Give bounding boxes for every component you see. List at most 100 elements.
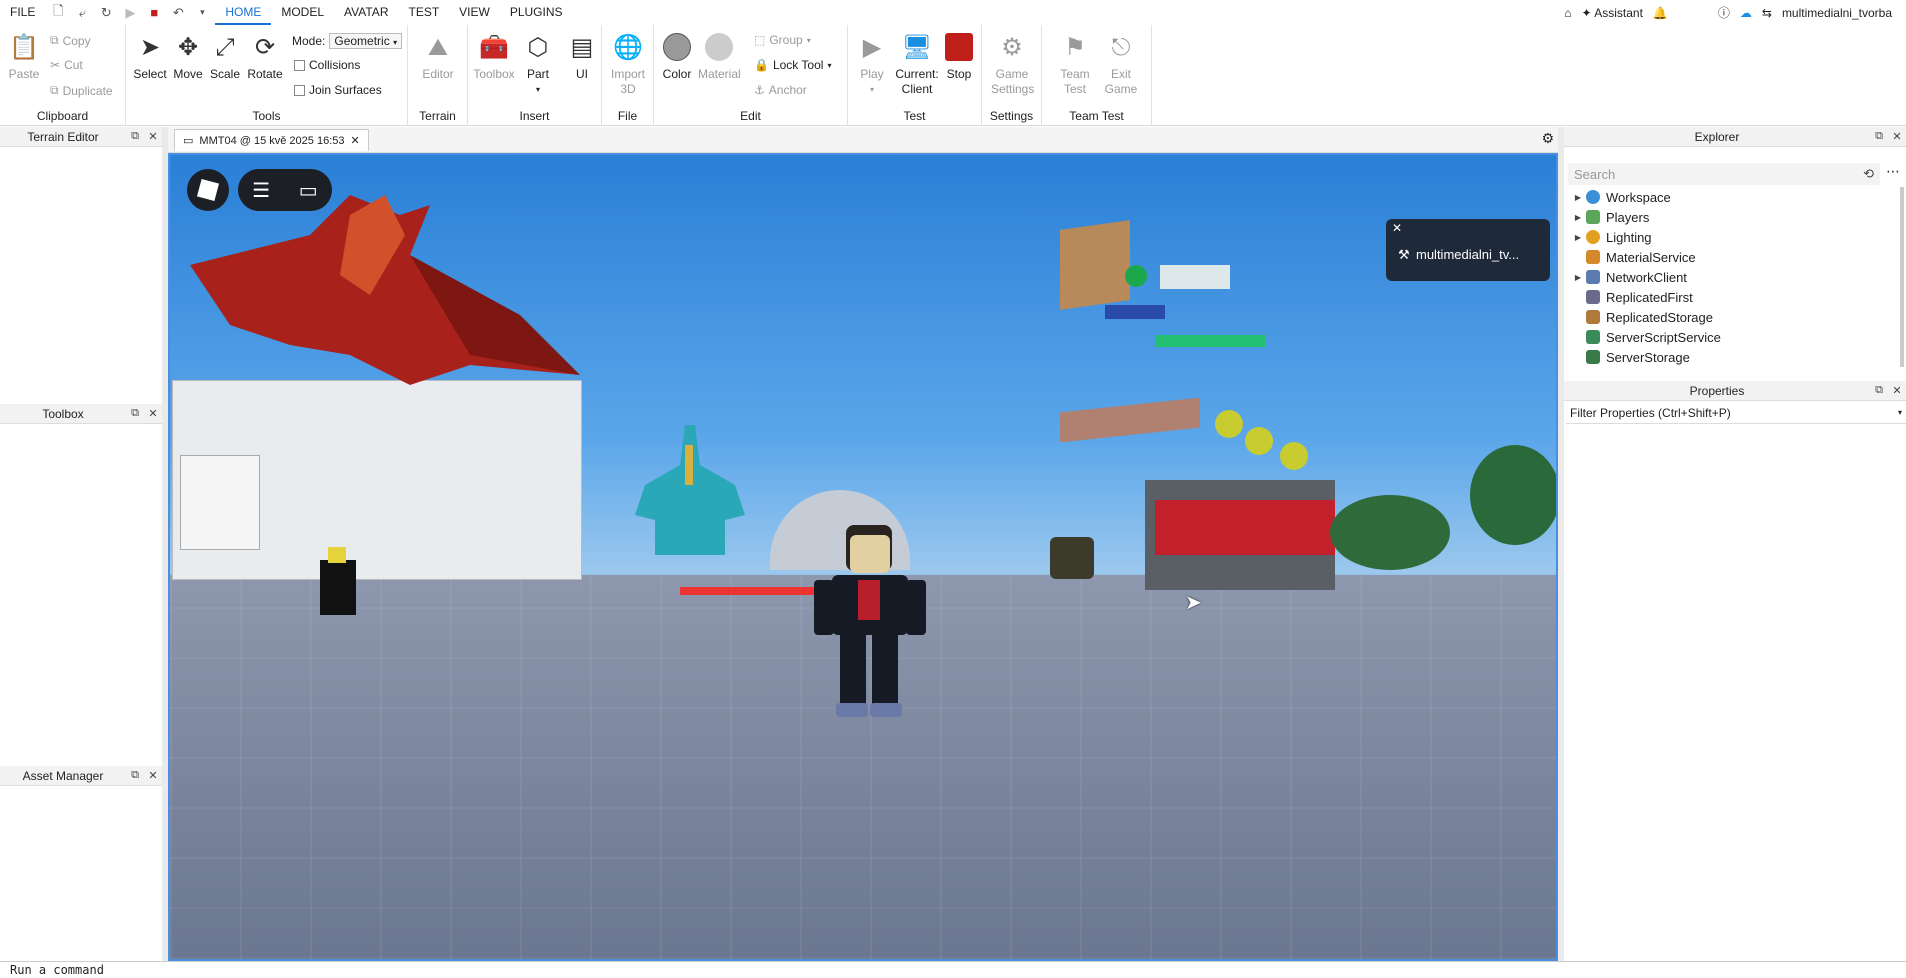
chat-icon[interactable]: ▭ [299,178,318,203]
collisions-toggle[interactable]: Collisions [294,58,360,72]
color-button[interactable]: Color [656,31,698,82]
close-icon[interactable]: ✕ [1888,384,1906,397]
collisions-checkbox[interactable] [294,59,305,71]
exit-icon: ⎋ [1111,33,1131,61]
exit-game-button[interactable]: ⎋ Exit Game [1100,31,1142,97]
undo-icon[interactable]: ↶ [169,5,187,21]
cut-button[interactable]: ✂ Cut [50,58,83,72]
file-menu[interactable]: FILE [0,0,45,25]
stop-button[interactable]: Stop [938,31,980,82]
move-button[interactable]: ✥ Move [167,31,209,82]
open-file-icon[interactable]: ⤶ [73,5,91,21]
team-label: Team [1060,67,1090,81]
team-test-button[interactable]: ⚑ Team Test [1054,31,1096,97]
duplicate-label: Duplicate [62,83,113,98]
terrain-editor-button[interactable]: ⛰ Editor [417,31,459,82]
command-bar[interactable]: Run a command [0,961,1906,977]
close-tab-icon[interactable]: ✕ [351,134,360,147]
cloud-icon[interactable]: ☁ [1740,6,1752,20]
notification-toast[interactable]: ✕ ⚒ multimedialni_tv... [1386,219,1550,281]
lock-tool-button[interactable]: 🔒 Lock Tool ▾ [754,58,831,72]
current-client-button[interactable]: 🖥 Current: Client [893,31,941,97]
tree-item-replicatedfirst[interactable]: ReplicatedFirst [1570,287,1693,307]
close-icon[interactable]: ✕ [1888,130,1906,143]
join-surfaces-checkbox[interactable] [294,84,305,96]
group-button[interactable]: ⬚ Group ▾ [754,33,811,47]
undock-icon[interactable]: ⧉ [1870,384,1888,397]
tree-item-players[interactable]: ▶ Players [1570,207,1649,227]
tab-home[interactable]: HOME [215,0,272,25]
stop-square-icon [943,31,975,63]
stop-icon[interactable]: ■ [145,5,163,20]
undock-icon[interactable]: ⧉ [1870,130,1888,143]
explorer-scrollbar[interactable] [1900,187,1904,367]
play-icon[interactable]: ▶ [121,5,139,21]
help-icon[interactable]: ⓘ [1718,4,1730,21]
new-file-icon[interactable]: 🗋 [49,2,67,24]
undock-icon[interactable]: ⧉ [126,407,144,420]
paste-button[interactable]: 📋 Paste [3,31,45,82]
scale-label: Scale [209,67,241,81]
close-icon[interactable]: ✕ [144,407,162,420]
mode-label: Mode: [292,34,326,48]
explorer-search-input[interactable]: Search ⟲ [1568,163,1880,185]
undock-icon[interactable]: ⧉ [126,769,144,782]
expand-arrow-icon[interactable]: ▶ [1570,273,1586,282]
right-splitter[interactable] [1558,127,1564,961]
stop-label: Stop [946,67,972,81]
undock-icon[interactable]: ⧉ [126,130,144,143]
notifications-icon[interactable]: 🔔 [1653,6,1668,20]
explorer-search-placeholder: Search [1574,166,1616,182]
ui-button[interactable]: ▤ UI [561,31,603,82]
toolbox-button[interactable]: 🧰 Toolbox [473,31,515,82]
assistant-button[interactable]: ✦ Assistant [1581,6,1642,20]
tree-item-networkclient[interactable]: ▶ NetworkClient [1570,267,1687,287]
more-options-icon[interactable]: ⋯ [1886,163,1900,180]
expand-arrow-icon[interactable]: ▶ [1570,233,1586,242]
tree-item-workspace[interactable]: ▶ Workspace [1570,187,1671,207]
history-icon[interactable]: ⟲ [1863,166,1874,182]
roblox-menu-button[interactable] [187,169,229,211]
tree-item-materialservice[interactable]: MaterialService [1570,247,1696,267]
redo-icon[interactable]: ↻ [97,5,115,21]
tab-model[interactable]: MODEL [271,0,334,25]
username[interactable]: multimedialni_tvorba [1782,6,1892,20]
select-button[interactable]: ➤ Select [129,31,171,82]
chevron-down-icon[interactable]: ▾ [1898,408,1902,417]
tree-item-lighting[interactable]: ▶ Lighting [1570,227,1652,247]
copy-button[interactable]: ⧉ Copy [50,33,91,48]
rotate-button[interactable]: ⟳ Rotate [244,31,286,82]
scale-button[interactable]: ⤢ Scale [204,31,246,82]
collapse-ribbon-icon[interactable]: ⌂ [1564,6,1571,20]
game-settings-button[interactable]: ⚙ Game Settings [991,31,1034,97]
close-icon[interactable]: ✕ [144,769,162,782]
close-toast-icon[interactable]: ✕ [1392,221,1402,235]
anchor-button[interactable]: ⚓ Anchor [754,83,807,97]
tree-item-serverscriptservice[interactable]: ServerScriptService [1570,327,1721,347]
tab-test[interactable]: TEST [398,0,449,25]
expand-arrow-icon[interactable]: ▶ [1570,193,1586,202]
customize-chevron-icon[interactable]: ▾ [193,7,211,18]
hamburger-menu-icon[interactable]: ☰ [252,178,270,203]
tab-plugins[interactable]: PLUGINS [500,0,573,25]
document-tab[interactable]: ▭ MMT04 @ 15 kvě 2025 16:53 ✕ [174,129,369,151]
settings-group-label: Settings [989,109,1034,123]
duplicate-button[interactable]: ⧉ Duplicate [50,83,113,98]
material-button[interactable]: Material [698,31,741,82]
mode-dropdown[interactable]: Geometric ▾ [329,33,403,49]
play-button[interactable]: ▶ Play ▾ [851,31,893,97]
share-icon[interactable]: ⇆ [1762,6,1772,20]
import-3d-button[interactable]: 🌐 Import 3D [607,31,649,97]
game-viewport[interactable]: ☰ ▭ ✕ ⚒ multimedialni_tv... ➤ [168,153,1558,961]
viewport-settings-icon[interactable]: ⚙ [1541,130,1554,147]
properties-filter-input[interactable]: Filter Properties (Ctrl+Shift+P) ▾ [1566,402,1906,424]
part-button[interactable]: ⬡ Part ▾ [517,31,559,97]
tab-avatar[interactable]: AVATAR [334,0,398,25]
tree-item-replicatedstorage[interactable]: ReplicatedStorage [1570,307,1713,327]
expand-arrow-icon[interactable]: ▶ [1570,213,1586,222]
anchor-label: Anchor [768,83,807,97]
close-icon[interactable]: ✕ [144,130,162,143]
join-surfaces-toggle[interactable]: Join Surfaces [294,83,382,97]
tab-view[interactable]: VIEW [449,0,500,25]
tree-item-serverstorage[interactable]: ServerStorage [1570,347,1690,367]
